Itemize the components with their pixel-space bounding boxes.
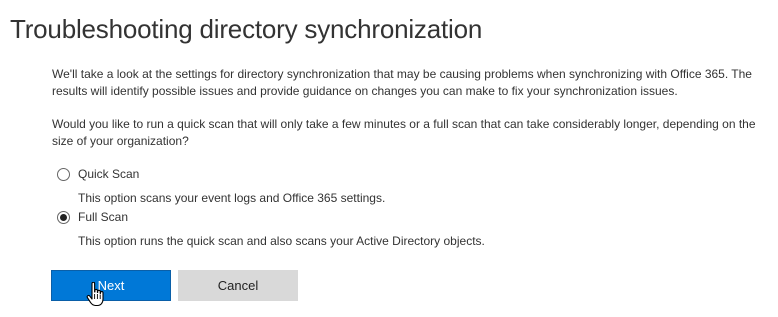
- quick-scan-radio[interactable]: [57, 167, 70, 181]
- full-scan-description: This option runs the quick scan and also…: [78, 234, 485, 248]
- quick-scan-description: This option scans your event logs and Of…: [78, 191, 386, 205]
- hand-pointer-icon: [86, 282, 104, 307]
- intro-text: We'll take a look at the settings for di…: [52, 67, 752, 98]
- cancel-button[interactable]: Cancel: [178, 270, 298, 301]
- scan-question-text: Would you like to run a quick scan that …: [52, 117, 756, 148]
- next-button[interactable]: Next: [51, 270, 171, 301]
- page-title: Troubleshooting directory synchronizatio…: [10, 14, 483, 44]
- troubleshooting-dialog: Troubleshooting directory synchronizatio…: [0, 0, 778, 317]
- full-scan-radio[interactable]: [57, 210, 70, 224]
- quick-scan-option[interactable]: Quick Scan: [57, 167, 139, 181]
- full-scan-option[interactable]: Full Scan: [57, 210, 128, 224]
- quick-scan-label: Quick Scan: [78, 167, 140, 181]
- full-scan-label: Full Scan: [78, 210, 129, 224]
